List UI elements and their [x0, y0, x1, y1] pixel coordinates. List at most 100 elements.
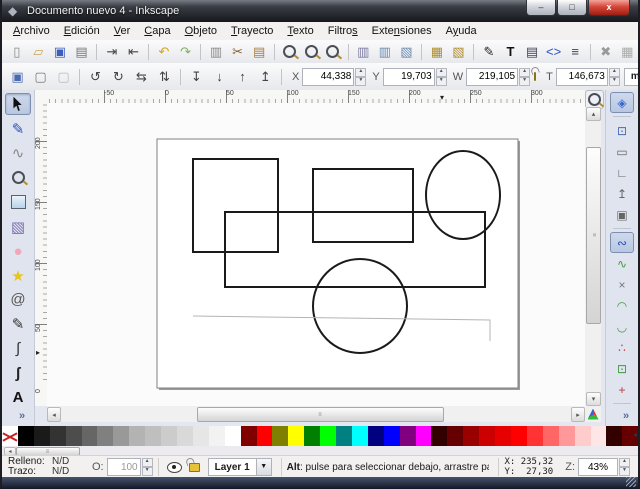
swatch-12[interactable] — [193, 426, 209, 446]
toolbox-overflow-icon[interactable]: » — [19, 410, 25, 422]
tool-rectangle[interactable] — [5, 191, 31, 213]
zoom-selection-button[interactable] — [280, 41, 300, 62]
align-dialog-button[interactable]: ≡ — [565, 41, 585, 62]
snap-path-intersections-toggle[interactable]: × — [610, 274, 634, 295]
tool-pen[interactable]: ∫ — [5, 338, 31, 360]
stroke-value[interactable]: N/D — [52, 467, 86, 477]
swatch-11[interactable] — [177, 426, 193, 446]
snap-object-centers-toggle[interactable]: ⊡ — [610, 358, 634, 379]
swatch-27[interactable] — [431, 426, 447, 446]
close-button[interactable]: x — [588, 0, 630, 16]
snap-edge-midpoints-toggle[interactable]: ↥ — [610, 183, 634, 204]
swatch-13[interactable] — [209, 426, 225, 446]
swatch-9[interactable] — [145, 426, 161, 446]
title-bar[interactable]: ◆ Documento nuevo 4 - Inkscape – □ x — [2, 0, 638, 22]
xml-editor-button[interactable]: <> — [544, 41, 564, 62]
raise-button[interactable]: ↑ — [232, 66, 253, 87]
swatch-34[interactable] — [543, 426, 559, 446]
snap-toolbar-overflow-icon[interactable]: » — [623, 410, 629, 422]
snap-cusp-nodes-toggle[interactable]: ◠ — [610, 295, 634, 316]
menu-objeto[interactable]: Objeto — [178, 23, 224, 39]
raise-to-top-button[interactable]: ↥ — [255, 66, 276, 87]
menu-extensiones[interactable]: Extensiones — [365, 23, 439, 39]
menu-ver[interactable]: Ver — [107, 23, 138, 39]
w-spinner[interactable]: ▲▼ — [519, 68, 530, 86]
swatch-8[interactable] — [129, 426, 145, 446]
menu-filtros[interactable]: Filtros — [321, 23, 365, 39]
zoom-drawing-button[interactable] — [301, 41, 321, 62]
swatch-24[interactable] — [384, 426, 400, 446]
select-all-button[interactable]: ▣ — [7, 66, 28, 87]
x-field[interactable] — [302, 68, 354, 86]
menu-archivo[interactable]: Archivo — [6, 23, 57, 39]
unlink-clone-button[interactable]: ▧ — [397, 41, 417, 62]
menu-ayuda[interactable]: Ayuda — [439, 23, 484, 39]
swatch-22[interactable] — [352, 426, 368, 446]
snap-midpoints-toggle[interactable]: ∴ — [610, 337, 634, 358]
snap-nodes-toggle[interactable]: ∾ — [610, 232, 634, 253]
snap-smooth-nodes-toggle[interactable]: ◡ — [610, 316, 634, 337]
deselect-button[interactable]: ▢ — [53, 66, 74, 87]
snap-bbox-centers-toggle[interactable]: ▣ — [610, 204, 634, 225]
lower-to-bottom-button[interactable]: ↧ — [186, 66, 207, 87]
snap-rotation-centers-toggle[interactable]: + — [610, 379, 634, 400]
swatch-19[interactable] — [304, 426, 320, 446]
create-clone-button[interactable]: ▥ — [375, 41, 395, 62]
x-spinner[interactable]: ▲▼ — [355, 68, 366, 86]
snap-bbox-edges-toggle[interactable]: ▭ — [610, 141, 634, 162]
swatch-6[interactable] — [97, 426, 113, 446]
swatch-38[interactable] — [606, 426, 622, 446]
zoom-page-button[interactable] — [323, 41, 343, 62]
vertical-scroll-thumb[interactable]: ≡ — [586, 147, 601, 324]
redo-button[interactable]: ↷ — [176, 41, 196, 62]
snap-bbox-toggle[interactable]: ⊡ — [610, 120, 634, 141]
h-field[interactable] — [556, 68, 608, 86]
tool-ellipse[interactable]: ● — [5, 240, 31, 262]
color-managed-display-button[interactable] — [585, 406, 601, 422]
menu-capa[interactable]: Capa — [137, 23, 177, 39]
swatch-14[interactable] — [225, 426, 241, 446]
document-page[interactable] — [157, 139, 518, 388]
scroll-right-icon[interactable]: ▸ — [571, 407, 585, 422]
fill-stroke-dialog-button[interactable]: ✎ — [479, 41, 499, 62]
cut-button[interactable]: ✂ — [228, 41, 248, 62]
swatch-17[interactable] — [272, 426, 288, 446]
rotate-cw-button[interactable]: ↻ — [108, 66, 129, 87]
swatch-2[interactable] — [34, 426, 50, 446]
tool-calligraphy[interactable]: ʃ — [5, 362, 31, 384]
new-document-button[interactable]: ▯ — [7, 41, 27, 62]
swatch-36[interactable] — [575, 426, 591, 446]
tool-node-editor[interactable]: ✎ — [5, 117, 31, 139]
group-button[interactable]: ▦ — [427, 41, 447, 62]
lower-button[interactable]: ↓ — [209, 66, 230, 87]
opacity-field[interactable] — [107, 458, 141, 476]
zoom-field[interactable] — [578, 458, 618, 476]
swatch-21[interactable] — [336, 426, 352, 446]
swatch-20[interactable] — [320, 426, 336, 446]
tool-selector[interactable] — [5, 93, 31, 115]
w-field[interactable] — [466, 68, 518, 86]
import-button[interactable]: ⇥ — [102, 41, 122, 62]
opacity-spinner[interactable]: ▲▼ — [142, 458, 153, 476]
horizontal-scroll-thumb[interactable]: ≡ — [197, 407, 444, 422]
scroll-down-icon[interactable]: ▾ — [586, 392, 601, 406]
vertical-scrollbar[interactable]: ▴ ≡ ▾ — [585, 107, 601, 406]
swatch-4[interactable] — [66, 426, 82, 446]
swatch-3[interactable] — [50, 426, 66, 446]
swatch-1[interactable] — [18, 426, 34, 446]
undo-button[interactable]: ↶ — [154, 41, 174, 62]
layer-select[interactable]: Layer 1 ▼ — [208, 458, 272, 476]
swatch-10[interactable] — [161, 426, 177, 446]
tool-pencil[interactable]: ✎ — [5, 313, 31, 335]
duplicate-button[interactable]: ▥ — [353, 41, 373, 62]
swatch-29[interactable] — [463, 426, 479, 446]
tool-tweak[interactable]: ∿ — [5, 142, 31, 164]
swatch-37[interactable] — [591, 426, 607, 446]
layer-lock-icon[interactable] — [189, 463, 200, 472]
palette-scrollbar[interactable]: ◂ ≡ — [2, 446, 638, 455]
scroll-left-icon[interactable]: ◂ — [47, 407, 61, 422]
copy-button[interactable]: ▥ — [206, 41, 226, 62]
swatch-26[interactable] — [416, 426, 432, 446]
preferences-button[interactable]: ✖ — [596, 41, 616, 62]
tool-zoom[interactable] — [5, 166, 31, 188]
